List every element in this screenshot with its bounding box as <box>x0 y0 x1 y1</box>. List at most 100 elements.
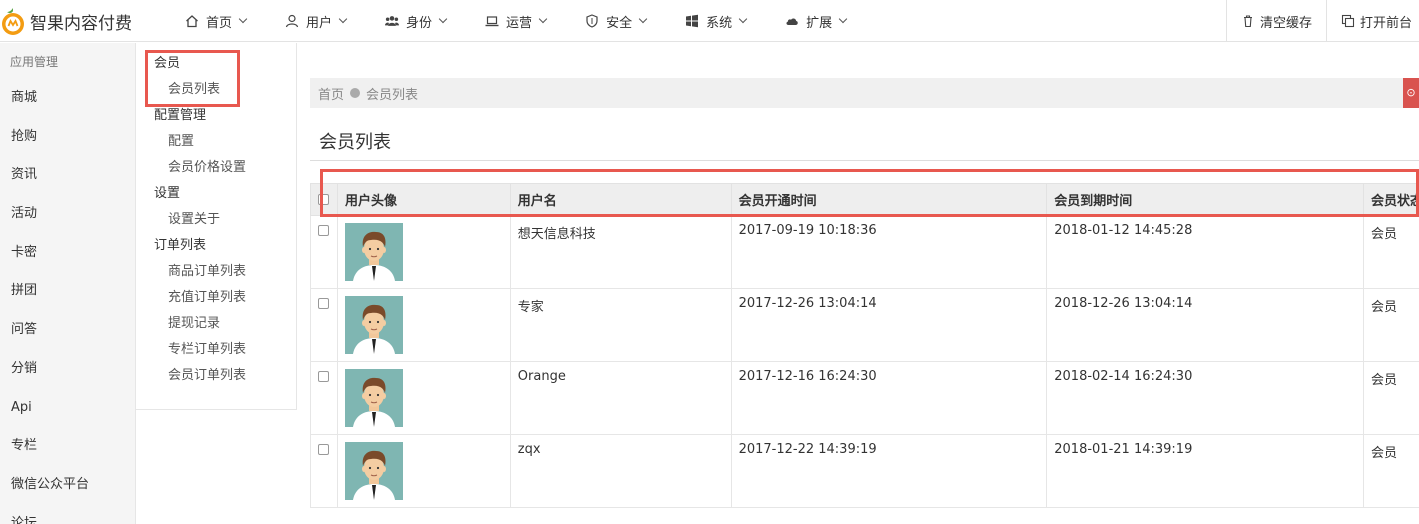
windows-icon <box>685 14 699 28</box>
home-icon <box>185 14 199 28</box>
avatar-cell <box>336 288 511 362</box>
laptop-icon <box>485 14 499 28</box>
row-checkbox[interactable] <box>318 444 330 455</box>
nav-user[interactable]: 用户 <box>276 0 355 42</box>
open-time-cell: 2017-12-16 16:24:30 <box>730 361 1048 435</box>
top-navbar: 智果内容付费 首页 用户 身份 运营 安全 系统 扩展 清空缓存 打开前台 <box>0 0 1419 42</box>
close-tab-icon[interactable]: ⊙ <box>1403 78 1419 108</box>
table-row: zqx 2017-12-22 14:39:19 2018-01-21 14:39… <box>310 434 1419 508</box>
status-cell: 会员 <box>1362 434 1419 508</box>
select-all-checkbox[interactable] <box>318 194 329 205</box>
header-expire-time: 会员到期时间 <box>1046 183 1364 216</box>
avatar-cell <box>336 361 511 435</box>
sidebar-item-group-buy[interactable]: 拼团 <box>0 272 135 311</box>
nav-operations[interactable]: 运营 <box>476 0 555 42</box>
chevron-down-icon <box>738 14 748 24</box>
sidebar-item-news[interactable]: 资讯 <box>0 156 135 195</box>
header-username: 用户名 <box>509 183 732 216</box>
submenu-group-member: 会员 <box>154 56 181 71</box>
username-cell: 想天信息科技 <box>509 215 732 289</box>
clear-cache-button[interactable]: 清空缓存 <box>1225 0 1326 42</box>
submenu-settings-about[interactable]: 设置关于 <box>136 207 296 233</box>
app-logo[interactable]: 智果内容付费 <box>0 4 132 38</box>
row-select-cell <box>310 288 338 362</box>
sidebar-item-events[interactable]: 活动 <box>0 195 135 234</box>
cloud-icon <box>785 14 799 28</box>
submenu-recharge-orders[interactable]: 充值订单列表 <box>136 285 296 311</box>
sidebar-item-wechat[interactable]: 微信公众平台 <box>0 466 135 505</box>
chevron-down-icon <box>338 14 348 24</box>
sidebar-item-forum[interactable]: 论坛 <box>0 505 135 524</box>
status-cell: 会员 <box>1362 361 1419 435</box>
sidebar-item-qa[interactable]: 问答 <box>0 311 135 350</box>
open-frontend-label: 打开前台 <box>1359 15 1412 31</box>
submenu-member-price[interactable]: 会员价格设置 <box>136 155 296 181</box>
avatar-cell <box>336 215 511 289</box>
breadcrumb-home[interactable]: 首页 <box>318 84 344 103</box>
sub-menu: 会员 会员列表 配置管理 配置 会员价格设置 设置 设置关于 订单列表 商品订单… <box>136 43 297 410</box>
status-cell: 会员 <box>1362 288 1419 362</box>
breadcrumb: 首页 会员列表 ⊙ <box>310 78 1419 108</box>
clear-cache-label: 清空缓存 <box>1259 15 1312 31</box>
avatar <box>344 442 403 500</box>
table-row: 专家 2017-12-26 13:04:14 2018-12-26 13:04:… <box>310 288 1419 362</box>
header-avatar: 用户头像 <box>336 183 511 216</box>
users-icon <box>385 14 400 28</box>
chevron-down-icon <box>638 14 648 24</box>
header-status: 会员状态 <box>1362 183 1419 216</box>
row-checkbox[interactable] <box>318 225 330 236</box>
username-cell: 专家 <box>509 288 732 362</box>
member-table: 用户头像 用户名 会员开通时间 会员到期时间 会员状态 想天信息科技 2017-… <box>310 183 1419 508</box>
username-cell: zqx <box>509 434 732 508</box>
user-icon <box>285 14 299 28</box>
app-title: 智果内容付费 <box>30 13 132 34</box>
table-row: Orange 2017-12-16 16:24:30 2018-02-14 16… <box>310 361 1419 435</box>
submenu-withdraw-records[interactable]: 提现记录 <box>136 311 296 337</box>
sidebar-item-mall[interactable]: 商城 <box>0 79 135 118</box>
submenu-member-orders[interactable]: 会员订单列表 <box>136 363 296 389</box>
sidebar-item-card-codes[interactable]: 卡密 <box>0 234 135 273</box>
submenu-group-config: 配置管理 <box>154 108 207 123</box>
page-title: 会员列表 <box>310 125 1419 161</box>
nav-identity[interactable]: 身份 <box>376 0 455 42</box>
header-open-time: 会员开通时间 <box>730 183 1048 216</box>
nav-security[interactable]: 安全 <box>576 0 655 42</box>
nav-label: 运营 <box>506 15 533 31</box>
expire-time-cell: 2018-02-14 16:24:30 <box>1046 361 1364 435</box>
submenu-group-settings: 设置 <box>154 186 181 201</box>
nav-label: 系统 <box>706 15 733 31</box>
avatar-cell <box>336 434 511 508</box>
submenu-group-orders: 订单列表 <box>154 238 207 253</box>
submenu-config[interactable]: 配置 <box>136 129 296 155</box>
submenu-member-list[interactable]: 会员列表 <box>136 77 296 103</box>
main-nav: 首页 用户 身份 运营 安全 系统 扩展 <box>176 0 876 42</box>
nav-label: 用户 <box>306 15 333 31</box>
row-select-cell <box>310 361 338 435</box>
nav-system[interactable]: 系统 <box>676 0 755 42</box>
submenu-column-orders[interactable]: 专栏订单列表 <box>136 337 296 363</box>
sidebar-item-flash-sale[interactable]: 抢购 <box>0 118 135 157</box>
avatar <box>344 369 403 427</box>
chevron-down-icon <box>238 14 248 24</box>
chevron-down-icon <box>538 14 548 24</box>
nav-extensions[interactable]: 扩展 <box>776 0 855 42</box>
row-checkbox[interactable] <box>318 371 330 382</box>
status-cell: 会员 <box>1362 215 1419 289</box>
table-row: 想天信息科技 2017-09-19 10:18:36 2018-01-12 14… <box>310 215 1419 289</box>
row-checkbox[interactable] <box>318 298 330 309</box>
table-header-row: 用户头像 用户名 会员开通时间 会员到期时间 会员状态 <box>310 183 1419 216</box>
open-frontend-button[interactable]: 打开前台 <box>1325 0 1419 42</box>
app-sidebar: 应用管理 商城 抢购 资讯 活动 卡密 拼团 问答 分销 Api 专栏 微信公众… <box>0 43 136 524</box>
sidebar-heading: 应用管理 <box>10 55 59 69</box>
nav-label: 安全 <box>606 15 633 31</box>
sidebar-item-columns[interactable]: 专栏 <box>0 427 135 466</box>
username-cell: Orange <box>509 361 732 435</box>
nav-home[interactable]: 首页 <box>176 0 255 42</box>
nav-label: 扩展 <box>806 15 833 31</box>
submenu-goods-orders[interactable]: 商品订单列表 <box>136 259 296 285</box>
copy-icon <box>1341 14 1355 28</box>
nav-label: 首页 <box>206 15 233 31</box>
sidebar-item-distribution[interactable]: 分销 <box>0 350 135 389</box>
row-select-cell <box>310 434 338 508</box>
sidebar-item-api[interactable]: Api <box>0 389 135 428</box>
